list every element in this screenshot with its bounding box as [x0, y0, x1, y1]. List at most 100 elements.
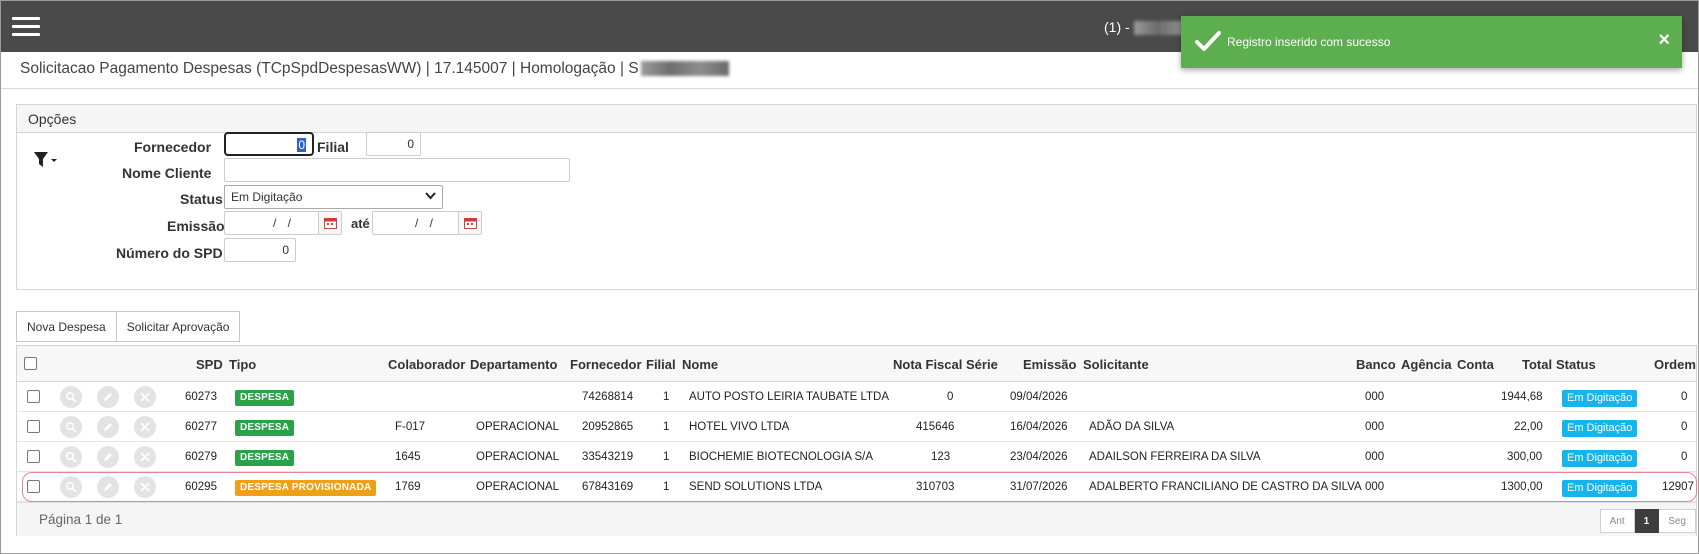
status-badge: Em Digitação — [1562, 420, 1638, 437]
col-agencia[interactable]: Agência — [1401, 357, 1452, 372]
col-emissao[interactable]: Emissão — [1023, 357, 1076, 372]
cell-banco: 000 — [1365, 391, 1385, 403]
delete-icon[interactable] — [134, 416, 156, 438]
options-panel-header: Opções — [17, 105, 1696, 133]
search-icon[interactable] — [60, 476, 82, 498]
page-title: Solicitacao Pagamento Despesas (TCpSpdDe… — [20, 60, 729, 78]
filial-input[interactable]: 0 — [366, 132, 421, 156]
col-banco[interactable]: Banco — [1356, 357, 1396, 372]
filter-icon[interactable] — [33, 151, 59, 169]
emissao-to-value: / / — [415, 216, 438, 230]
edit-icon[interactable] — [97, 416, 119, 438]
col-departamento[interactable]: Departamento — [470, 357, 557, 372]
status-label: Status — [180, 191, 223, 207]
check-icon — [1195, 31, 1221, 51]
cell-filial: 1 — [663, 391, 670, 403]
col-spd[interactable]: SPD — [196, 357, 223, 372]
cell-fornecedor: 74268814 — [582, 391, 634, 403]
status-badge: Em Digitação — [1562, 390, 1638, 407]
cell-total: 1300,00 — [1501, 481, 1543, 493]
col-solicitante[interactable]: Solicitante — [1083, 357, 1149, 372]
ate-label: até — [351, 216, 370, 231]
col-serie[interactable]: Série — [966, 357, 998, 372]
fornecedor-input[interactable]: 0 — [224, 132, 314, 156]
search-icon[interactable] — [60, 416, 82, 438]
row-checkbox[interactable] — [27, 450, 40, 463]
delete-icon[interactable] — [134, 386, 156, 408]
edit-icon[interactable] — [97, 386, 119, 408]
edit-icon[interactable] — [97, 476, 119, 498]
col-total[interactable]: Total — [1522, 357, 1552, 372]
menu-icon[interactable] — [12, 17, 40, 37]
status-badge: Em Digitação — [1562, 480, 1638, 497]
delete-icon[interactable] — [134, 446, 156, 468]
cell-total: 1944,68 — [1501, 391, 1543, 403]
cell-solicitante: ADÃO DA SILVA — [1089, 421, 1175, 433]
calendar-icon[interactable] — [318, 212, 341, 234]
col-ordem[interactable]: Ordem — [1654, 357, 1696, 372]
cell-fornecedor: 67843169 — [582, 481, 634, 493]
row-checkbox[interactable] — [27, 480, 40, 493]
toolbar: Nova Despesa Solicitar Aprovação — [16, 311, 241, 342]
cell-ordem: 0 — [1681, 421, 1688, 433]
cell-solicitante: ADALBERTO FRANCILIANO DE CASTRO DA SILVA — [1089, 481, 1362, 493]
cell-nota-fiscal: 310703 — [916, 481, 955, 493]
success-toast: Registro inserido com sucesso × — [1181, 16, 1682, 68]
prev-page-button[interactable]: Ant — [1599, 509, 1635, 533]
solicitar-aprovacao-button[interactable]: Solicitar Aprovação — [116, 311, 241, 342]
numero-spd-label: Número do SPD — [116, 245, 223, 261]
cell-banco: 000 — [1365, 421, 1385, 433]
table-row: 60295 DESPESA PROVISIONADA 1769 OPERACIO… — [17, 472, 1696, 502]
col-nota-fiscal[interactable]: Nota Fiscal — [893, 357, 962, 372]
nova-despesa-button[interactable]: Nova Despesa — [16, 311, 117, 342]
page-1-button[interactable]: 1 — [1634, 509, 1660, 533]
calendar-icon[interactable] — [458, 212, 481, 234]
select-all-checkbox[interactable] — [24, 357, 37, 370]
despesas-table: SPD Tipo Colaborador Departamento Fornec… — [16, 345, 1697, 536]
status-select[interactable]: Em Digitação — [224, 185, 443, 209]
search-icon[interactable] — [60, 446, 82, 468]
search-icon[interactable] — [60, 386, 82, 408]
page-info: Página 1 de 1 — [39, 512, 123, 527]
cell-ordem: 0 — [1681, 451, 1688, 463]
emissao-from-field[interactable]: / / — [224, 211, 342, 235]
col-nome[interactable]: Nome — [682, 357, 718, 372]
row-checkbox[interactable] — [27, 390, 40, 403]
cell-spd: 60277 — [185, 421, 217, 433]
status-badge: Em Digitação — [1562, 450, 1638, 467]
chevron-down-icon — [425, 192, 436, 200]
cell-colaborador: F-017 — [395, 421, 426, 433]
col-conta[interactable]: Conta — [1457, 357, 1494, 372]
next-page-button[interactable]: Seg — [1659, 509, 1696, 533]
cell-nota-fiscal: 123 — [931, 451, 951, 463]
nome-cliente-input[interactable] — [224, 158, 570, 182]
cell-departamento: OPERACIONAL — [476, 451, 560, 463]
col-tipo[interactable]: Tipo — [229, 357, 256, 372]
cell-filial: 1 — [663, 481, 670, 493]
tipo-badge: DESPESA — [235, 450, 295, 466]
edit-icon[interactable] — [97, 446, 119, 468]
table-row: 60279 DESPESA 1645 OPERACIONAL 33543219 … — [17, 442, 1696, 472]
row-checkbox[interactable] — [27, 420, 40, 433]
numero-spd-input[interactable]: 0 — [224, 238, 296, 262]
table-footer: Página 1 de 1 Ant 1 Seg — [17, 502, 1696, 536]
emissao-to-field[interactable]: / / — [372, 211, 482, 235]
delete-icon[interactable] — [134, 476, 156, 498]
toast-message: Registro inserido com sucesso — [1227, 35, 1391, 49]
cell-total: 300,00 — [1507, 451, 1543, 463]
cell-emissao: 23/04/2026 — [1010, 451, 1068, 463]
col-filial[interactable]: Filial — [646, 357, 676, 372]
page-title-text: Solicitacao Pagamento Despesas (TCpSpdDe… — [20, 60, 639, 77]
col-fornecedor[interactable]: Fornecedor — [570, 357, 642, 372]
cell-fornecedor: 20952865 — [582, 421, 634, 433]
emissao-from-value: / / — [273, 216, 296, 230]
cell-filial: 1 — [663, 451, 670, 463]
col-status[interactable]: Status — [1556, 357, 1596, 372]
nome-cliente-label: Nome Cliente — [122, 165, 212, 181]
divider — [1, 88, 1698, 89]
cell-nome: SEND SOLUTIONS LTDA — [689, 481, 823, 493]
cell-spd: 60295 — [185, 481, 217, 493]
cell-solicitante: ADAILSON FERREIRA DA SILVA — [1089, 451, 1261, 463]
toast-close-button[interactable]: × — [1658, 30, 1670, 50]
col-colaborador[interactable]: Colaborador — [388, 357, 465, 372]
